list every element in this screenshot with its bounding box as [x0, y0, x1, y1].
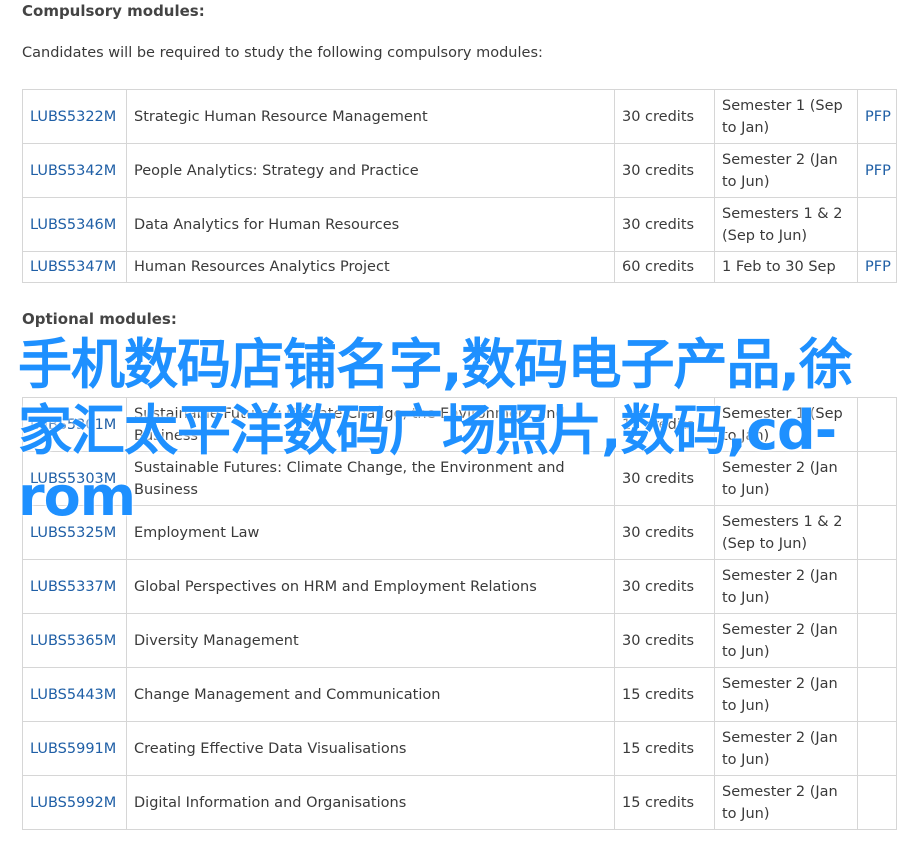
table-row: LUBS5342M People Analytics: Strategy and … — [22, 143, 897, 198]
module-code-cell: LUBS5342M — [22, 143, 127, 198]
module-credits: 60 credits — [614, 251, 715, 283]
module-semester: Semester 2 (Jan to Jun) — [714, 667, 858, 722]
module-semester: Semesters 1 & 2 (Sep to Jun) — [714, 197, 858, 252]
module-semester: Semester 2 (Jan to Jun) — [714, 721, 858, 776]
compulsory-modules-table: LUBS5322M Strategic Human Resource Manage… — [22, 89, 897, 283]
table-row: LUBS5322M Strategic Human Resource Manage… — [22, 89, 897, 144]
module-title: People Analytics: Strategy and Practice — [126, 143, 615, 198]
module-code-link[interactable]: LUBS5992M — [30, 795, 116, 811]
module-code-cell: LUBS5365M — [22, 613, 127, 668]
pfp-link[interactable]: PFP — [865, 259, 891, 275]
pfp-cell — [857, 775, 897, 830]
module-code-link[interactable]: LUBS5342M — [30, 163, 116, 179]
pfp-cell — [857, 559, 897, 614]
module-credits: 30 credits — [614, 89, 715, 144]
module-title: Change Management and Communication — [126, 667, 615, 722]
module-title: Diversity Management — [126, 613, 615, 668]
module-credits: 30 credits — [614, 143, 715, 198]
module-code-link[interactable]: LUBS5991M — [30, 741, 116, 757]
pfp-cell — [857, 721, 897, 776]
module-credits: 15 credits — [614, 775, 715, 830]
optional-heading: Optional modules: — [22, 310, 177, 328]
module-code-link[interactable]: LUBS5347M — [30, 259, 116, 275]
module-code-link[interactable]: LUBS5337M — [30, 579, 116, 595]
pfp-cell: PFP — [857, 89, 897, 144]
table-row: LUBS5337M Global Perspectives on HRM and … — [22, 559, 897, 614]
table-row: LUBS5347M Human Resources Analytics Proje… — [22, 251, 897, 283]
module-code-cell: LUBS5347M — [22, 251, 127, 283]
module-code-link[interactable]: LUBS5443M — [30, 687, 116, 703]
module-semester: Semester 2 (Jan to Jun) — [714, 559, 858, 614]
table-row: LUBS5991M Creating Effective Data Visuali… — [22, 721, 897, 776]
module-title: Strategic Human Resource Management — [126, 89, 615, 144]
pfp-cell: PFP — [857, 251, 897, 283]
module-semester: Semester 2 (Jan to Jun) — [714, 613, 858, 668]
module-semester: Semester 1 (Sep to Jan) — [714, 89, 858, 144]
compulsory-intro: Candidates will be required to study the… — [22, 45, 543, 61]
module-code-cell: LUBS5992M — [22, 775, 127, 830]
module-credits: 30 credits — [614, 559, 715, 614]
module-title: Human Resources Analytics Project — [126, 251, 615, 283]
module-semester: Semester 2 (Jan to Jun) — [714, 775, 858, 830]
module-code-cell: LUBS5337M — [22, 559, 127, 614]
pfp-link[interactable]: PFP — [865, 109, 891, 125]
module-code-cell: LUBS5346M — [22, 197, 127, 252]
module-code-cell: LUBS5991M — [22, 721, 127, 776]
pfp-cell — [857, 197, 897, 252]
module-title: Data Analytics for Human Resources — [126, 197, 615, 252]
module-semester: Semester 2 (Jan to Jun) — [714, 143, 858, 198]
table-row: LUBS5443M Change Management and Communica… — [22, 667, 897, 722]
pfp-link[interactable]: PFP — [865, 163, 891, 179]
module-credits: 30 credits — [614, 613, 715, 668]
module-credits: 30 credits — [614, 197, 715, 252]
module-title: Creating Effective Data Visualisations — [126, 721, 615, 776]
pfp-cell: PFP — [857, 143, 897, 198]
module-code-link[interactable]: LUBS5365M — [30, 633, 116, 649]
compulsory-heading: Compulsory modules: — [22, 2, 205, 20]
module-title: Digital Information and Organisations — [126, 775, 615, 830]
module-code-cell: LUBS5443M — [22, 667, 127, 722]
module-semester: 1 Feb to 30 Sep — [714, 251, 858, 283]
module-code-cell: LUBS5322M — [22, 89, 127, 144]
module-credits: 15 credits — [614, 721, 715, 776]
pfp-cell — [857, 613, 897, 668]
module-code-link[interactable]: LUBS5322M — [30, 109, 116, 125]
module-credits: 15 credits — [614, 667, 715, 722]
table-row: LUBS5365M Diversity Management 30 credits S… — [22, 613, 897, 668]
watermark-overlay-text: 手机数码店铺名字,数码电子产品,徐家汇太平洋数码广场照片,数码,cd-rom — [18, 333, 853, 528]
module-title: Global Perspectives on HRM and Employmen… — [126, 559, 615, 614]
module-code-link[interactable]: LUBS5346M — [30, 217, 116, 233]
table-row: LUBS5346M Data Analytics for Human Resour… — [22, 197, 897, 252]
table-row: LUBS5992M Digital Information and Organis… — [22, 775, 897, 830]
pfp-cell — [857, 667, 897, 722]
